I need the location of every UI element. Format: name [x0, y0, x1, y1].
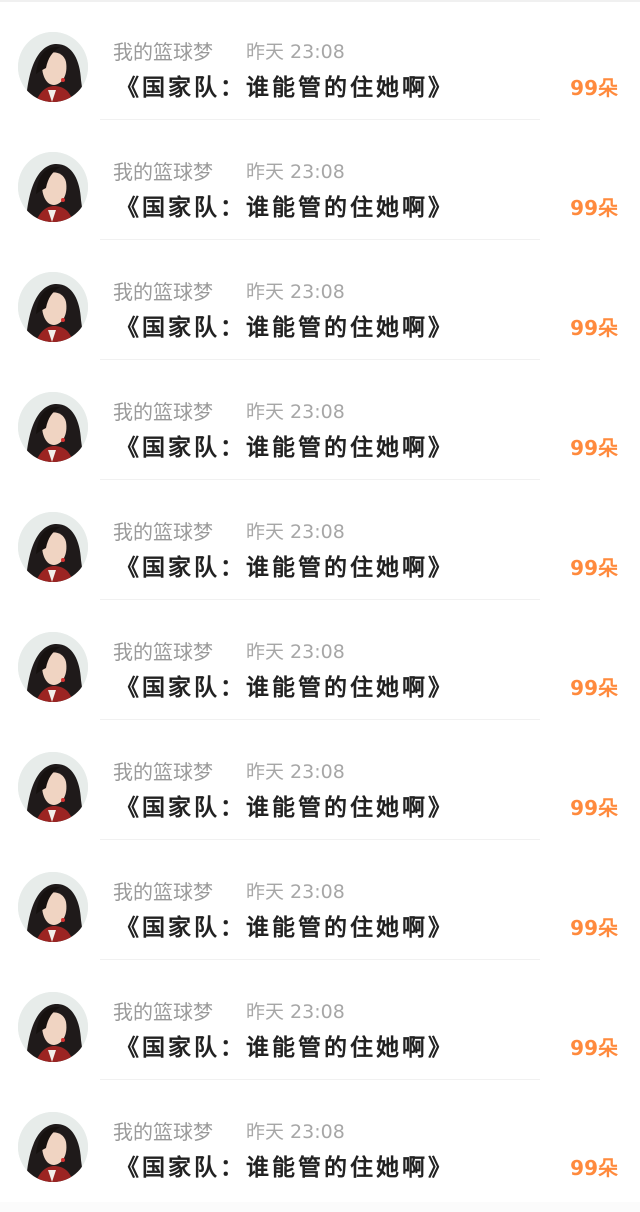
- bottom-bar: [0, 1202, 640, 1212]
- avatar[interactable]: [18, 872, 88, 942]
- gift-count: 99朵: [570, 556, 618, 580]
- timestamp: 昨天 23:08: [246, 641, 345, 663]
- list-item[interactable]: 我的篮球梦 昨天 23:08 《国家队：谁能管的住她啊》 99朵: [0, 360, 640, 480]
- gift-count: 99朵: [570, 196, 618, 220]
- gift-title[interactable]: 《国家队：谁能管的住她啊》: [116, 552, 454, 584]
- timestamp: 昨天 23:08: [246, 761, 345, 783]
- gift-title[interactable]: 《国家队：谁能管的住她啊》: [116, 72, 454, 104]
- avatar[interactable]: [18, 152, 88, 222]
- gift-count: 99朵: [570, 1036, 618, 1060]
- list-item[interactable]: 我的篮球梦 昨天 23:08 《国家队：谁能管的住她啊》 99朵: [0, 960, 640, 1080]
- gift-title[interactable]: 《国家队：谁能管的住她啊》: [116, 912, 454, 944]
- username[interactable]: 我的篮球梦: [113, 1120, 213, 1144]
- username[interactable]: 我的篮球梦: [113, 280, 213, 304]
- gift-title[interactable]: 《国家队：谁能管的住她啊》: [116, 192, 454, 224]
- gift-count: 99朵: [570, 796, 618, 820]
- gift-list: 我的篮球梦 昨天 23:08 《国家队：谁能管的住她啊》 99朵 我的篮球梦 昨…: [0, 0, 640, 1212]
- list-item[interactable]: 我的篮球梦 昨天 23:08 《国家队：谁能管的住她啊》 99朵: [0, 720, 640, 840]
- username[interactable]: 我的篮球梦: [113, 40, 213, 64]
- gift-title[interactable]: 《国家队：谁能管的住她啊》: [116, 792, 454, 824]
- avatar[interactable]: [18, 1112, 88, 1182]
- avatar-portrait-icon: [18, 512, 88, 582]
- list-item[interactable]: 我的篮球梦 昨天 23:08 《国家队：谁能管的住她啊》 99朵: [0, 600, 640, 720]
- avatar-portrait-icon: [18, 32, 88, 102]
- avatar-portrait-icon: [18, 872, 88, 942]
- list-item[interactable]: 我的篮球梦 昨天 23:08 《国家队：谁能管的住她啊》 99朵: [0, 1080, 640, 1200]
- timestamp: 昨天 23:08: [246, 881, 345, 903]
- gift-count: 99朵: [570, 76, 618, 100]
- avatar-portrait-icon: [18, 152, 88, 222]
- avatar[interactable]: [18, 512, 88, 582]
- gift-title[interactable]: 《国家队：谁能管的住她啊》: [116, 1152, 454, 1184]
- list-item[interactable]: 我的篮球梦 昨天 23:08 《国家队：谁能管的住她啊》 99朵: [0, 120, 640, 240]
- avatar[interactable]: [18, 392, 88, 462]
- username[interactable]: 我的篮球梦: [113, 160, 213, 184]
- avatar-portrait-icon: [18, 272, 88, 342]
- gift-count: 99朵: [570, 316, 618, 340]
- avatar[interactable]: [18, 272, 88, 342]
- list-item[interactable]: 我的篮球梦 昨天 23:08 《国家队：谁能管的住她啊》 99朵: [0, 0, 640, 120]
- gift-title[interactable]: 《国家队：谁能管的住她啊》: [116, 1032, 454, 1064]
- avatar-portrait-icon: [18, 1112, 88, 1182]
- avatar[interactable]: [18, 992, 88, 1062]
- timestamp: 昨天 23:08: [246, 41, 345, 63]
- timestamp: 昨天 23:08: [246, 281, 345, 303]
- gift-title[interactable]: 《国家队：谁能管的住她啊》: [116, 312, 454, 344]
- list-item[interactable]: 我的篮球梦 昨天 23:08 《国家队：谁能管的住她啊》 99朵: [0, 240, 640, 360]
- username[interactable]: 我的篮球梦: [113, 400, 213, 424]
- avatar[interactable]: [18, 752, 88, 822]
- avatar-portrait-icon: [18, 992, 88, 1062]
- list-item[interactable]: 我的篮球梦 昨天 23:08 《国家队：谁能管的住她啊》 99朵: [0, 840, 640, 960]
- timestamp: 昨天 23:08: [246, 1001, 345, 1023]
- gift-count: 99朵: [570, 1156, 618, 1180]
- username[interactable]: 我的篮球梦: [113, 760, 213, 784]
- gift-title[interactable]: 《国家队：谁能管的住她啊》: [116, 432, 454, 464]
- username[interactable]: 我的篮球梦: [113, 640, 213, 664]
- avatar-portrait-icon: [18, 392, 88, 462]
- username[interactable]: 我的篮球梦: [113, 880, 213, 904]
- timestamp: 昨天 23:08: [246, 161, 345, 183]
- gift-count: 99朵: [570, 916, 618, 940]
- username[interactable]: 我的篮球梦: [113, 520, 213, 544]
- gift-count: 99朵: [570, 436, 618, 460]
- avatar-portrait-icon: [18, 632, 88, 702]
- avatar[interactable]: [18, 32, 88, 102]
- gift-count: 99朵: [570, 676, 618, 700]
- avatar[interactable]: [18, 632, 88, 702]
- timestamp: 昨天 23:08: [246, 521, 345, 543]
- timestamp: 昨天 23:08: [246, 401, 345, 423]
- list-item[interactable]: 我的篮球梦 昨天 23:08 《国家队：谁能管的住她啊》 99朵: [0, 480, 640, 600]
- gift-title[interactable]: 《国家队：谁能管的住她啊》: [116, 672, 454, 704]
- timestamp: 昨天 23:08: [246, 1121, 345, 1143]
- avatar-portrait-icon: [18, 752, 88, 822]
- username[interactable]: 我的篮球梦: [113, 1000, 213, 1024]
